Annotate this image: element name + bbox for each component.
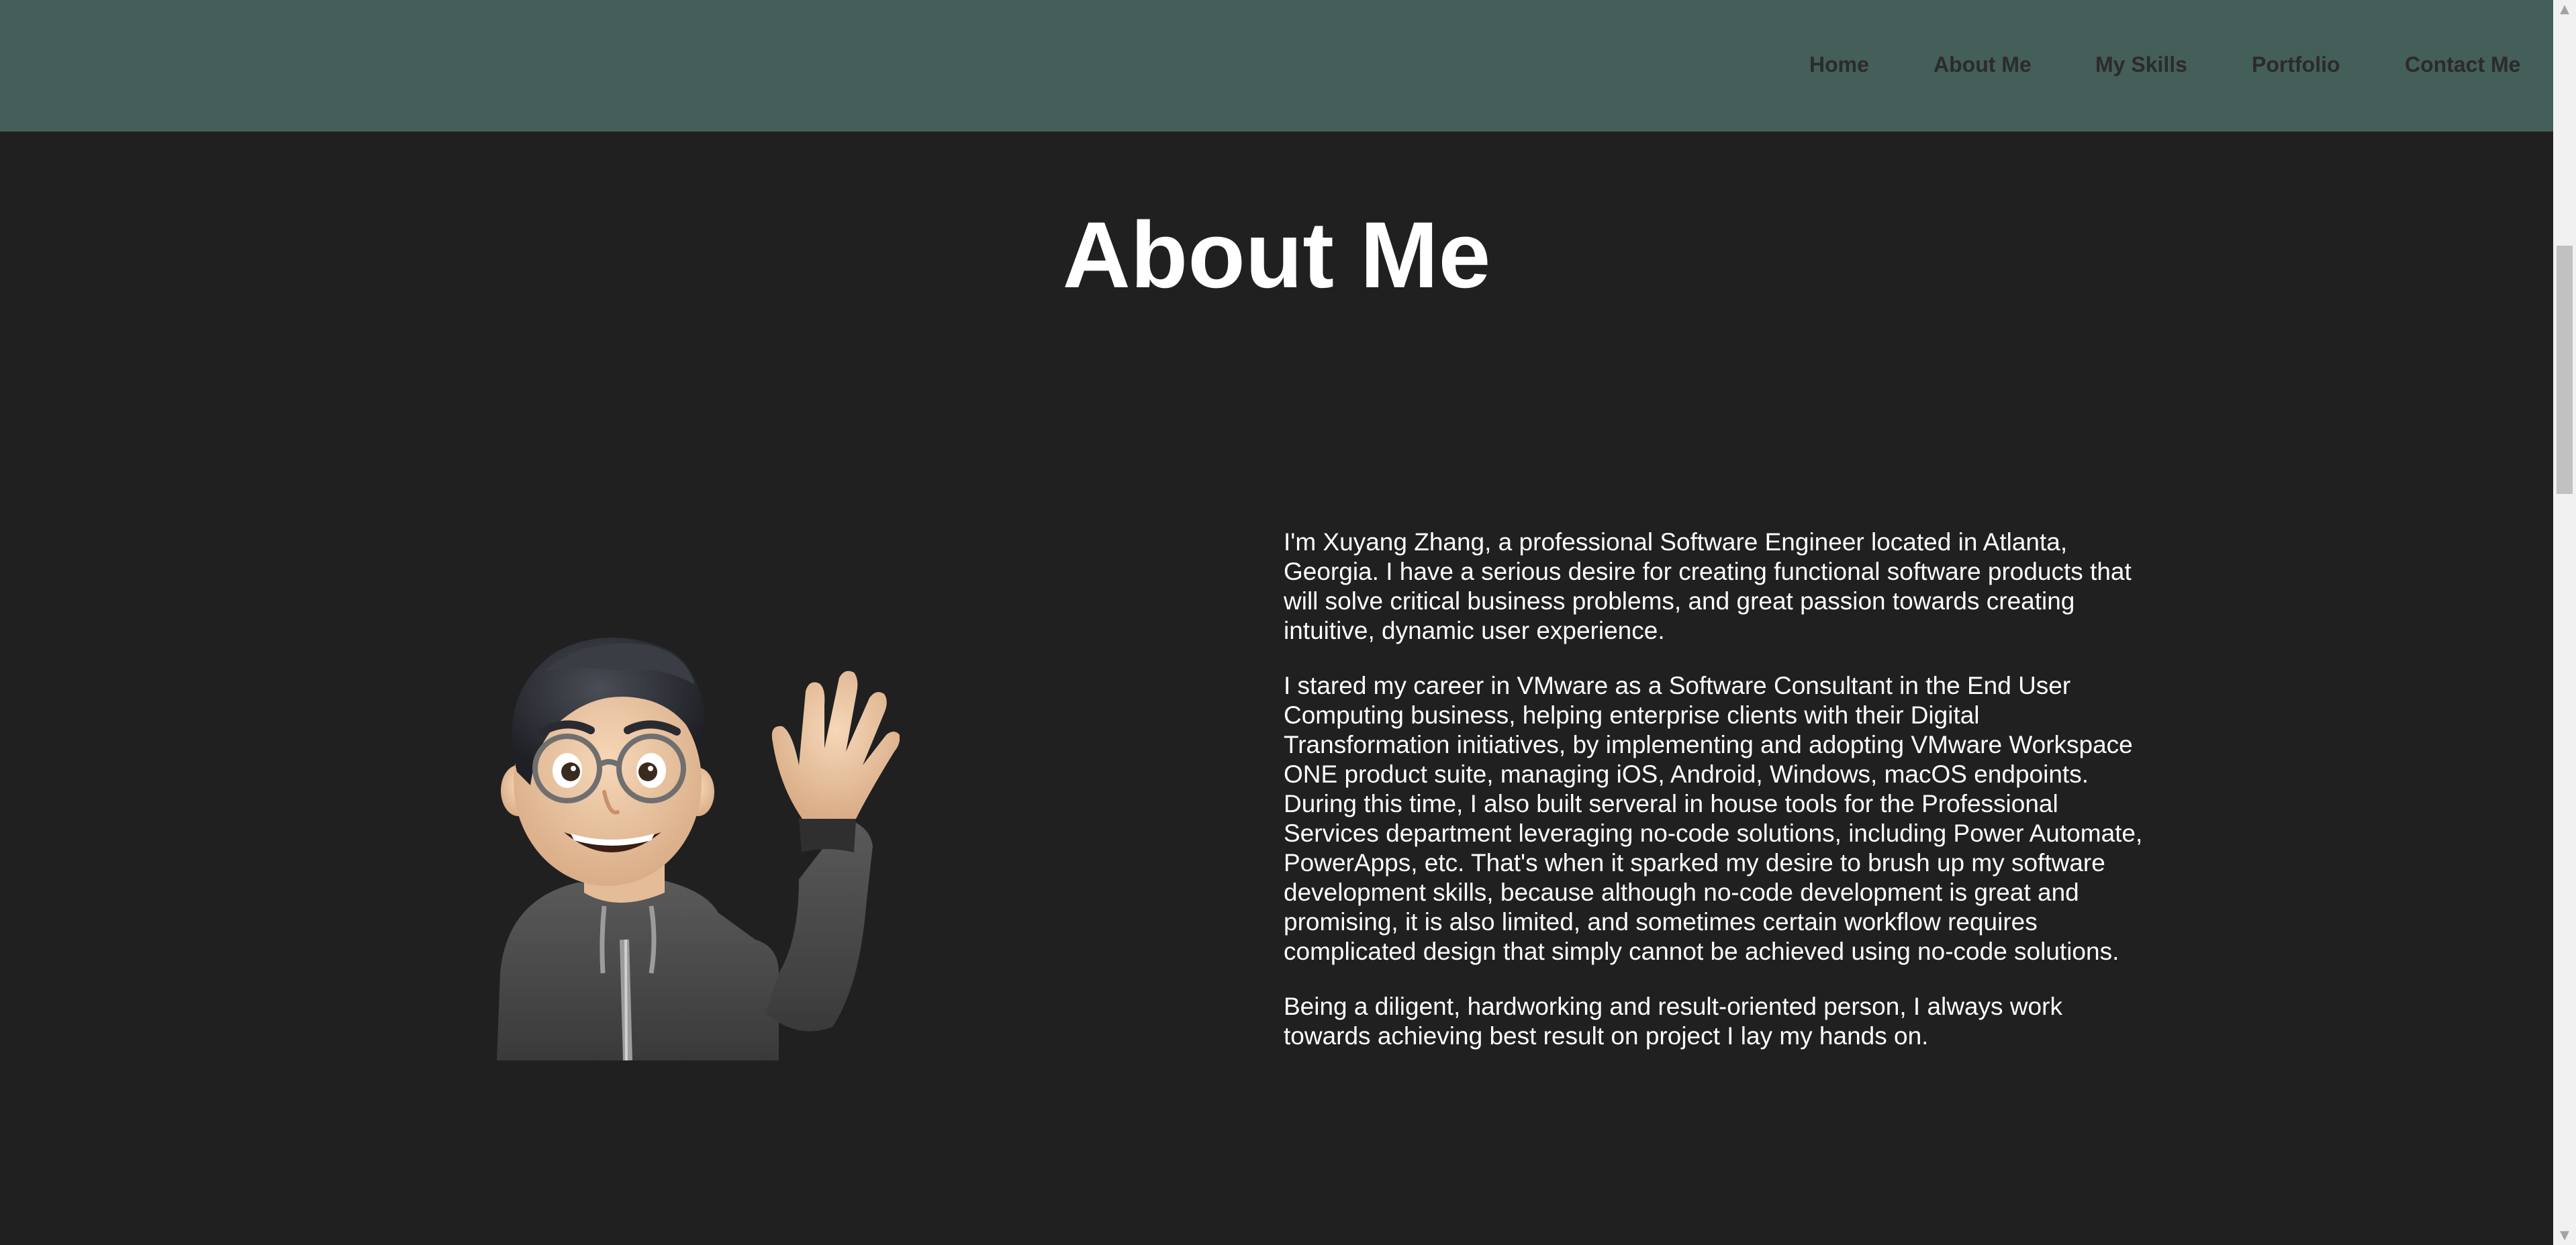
nav-link-contact-me[interactable]: Contact Me bbox=[2405, 51, 2520, 78]
page: Home About Me My Skills Portfolio Contac… bbox=[0, 0, 2576, 1245]
avatar-image bbox=[483, 624, 900, 1060]
about-section-title: About Me bbox=[1062, 202, 1491, 307]
waving-avatar-icon bbox=[497, 638, 900, 1060]
bio-paragraph-intro: I'm Xuyang Zhang, a professional Softwar… bbox=[1284, 528, 2132, 644]
nav-link-my-skills[interactable]: My Skills bbox=[2095, 51, 2187, 78]
scroll-down-icon[interactable]: ▼ bbox=[2553, 1226, 2576, 1245]
bio-paragraph-closing: Being a diligent, hardworking and result… bbox=[1284, 993, 2062, 1050]
bio-paragraph-career: I stared my career in VMware as a Softwa… bbox=[1284, 672, 2143, 965]
scroll-up-icon[interactable]: ▲ bbox=[2553, 0, 2576, 19]
vertical-scrollbar[interactable]: ▲ ▼ bbox=[2553, 0, 2576, 1245]
nav-link-home[interactable]: Home bbox=[1809, 51, 1869, 78]
about-bio: I'm Xuyang Zhang, a professional Softwar… bbox=[1284, 528, 2150, 1077]
nav-link-portfolio[interactable]: Portfolio bbox=[2252, 51, 2340, 78]
navbar: Home About Me My Skills Portfolio Contac… bbox=[0, 0, 2553, 132]
nav-link-about-me[interactable]: About Me bbox=[1934, 51, 2032, 78]
scrollbar-thumb[interactable] bbox=[2557, 246, 2573, 494]
